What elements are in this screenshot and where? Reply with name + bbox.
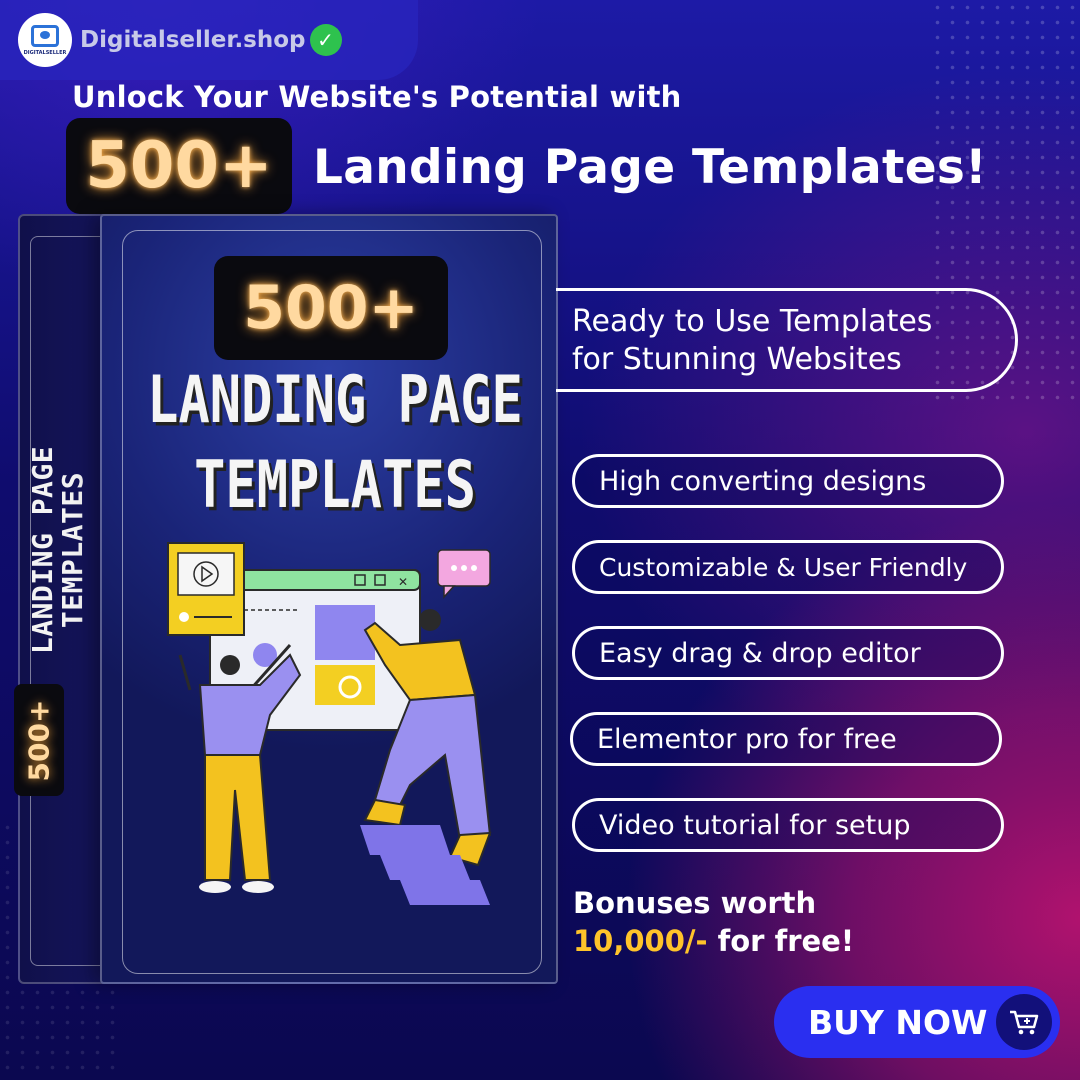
monitor-icon (31, 24, 59, 47)
product-box-side-title: LANDING PAGE TEMPLATES (26, 380, 89, 720)
feature-pill: High converting designs (572, 454, 1004, 508)
brand-logo-text: DIGITALSELLER (23, 49, 67, 56)
headline-title: Landing Page Templates! (313, 140, 987, 195)
side-title-line1: LANDING PAGE (26, 445, 59, 655)
video-card-icon (167, 542, 245, 636)
svg-text:✕: ✕ (398, 575, 408, 589)
bonus-line1: Bonuses worth (573, 886, 817, 920)
feature-pill: Video tutorial for setup (572, 798, 1004, 852)
product-box-title-line2: TEMPLATES (194, 448, 476, 523)
bonus-line2: 10,000/- for free! (573, 922, 854, 960)
check-circle-icon: ✓ (309, 24, 342, 56)
brand-name[interactable]: Digitalseller.shop (80, 27, 306, 53)
feature-pill: Easy drag & drop editor (572, 626, 1004, 680)
feature-pill: Customizable & User Friendly (572, 540, 1004, 594)
product-box-side-badge: 500+ (14, 684, 64, 796)
product-box-title-line1: LANDING PAGE (147, 363, 523, 438)
feature-hero-pill: Ready to Use Templates for Stunning Webs… (556, 288, 1018, 392)
bonus-suffix: for free! (707, 924, 855, 958)
bonus-text: Bonuses worth 10,000/- for free! (573, 884, 854, 960)
side-title-line2: TEMPLATES (56, 471, 89, 629)
feature-hero-line1: Ready to Use Templates (572, 304, 933, 339)
side-badge-text: 500+ (22, 699, 56, 781)
chat-bubble-icon (437, 549, 491, 599)
product-box-title: LANDING PAGE TEMPLATES (130, 358, 540, 528)
feature-pill: Elementor pro for free (570, 712, 1002, 766)
cart-icon[interactable] (996, 994, 1052, 1050)
headline-count-badge: 500+ (66, 118, 292, 214)
feature-hero-line2: for Stunning Websites (572, 342, 902, 377)
buy-now-button[interactable]: BUY NOW (774, 986, 1060, 1058)
headline-intro: Unlock Your Website's Potential with (72, 80, 682, 114)
brand-logo: DIGITALSELLER (18, 13, 72, 67)
buy-now-label: BUY NOW (808, 1002, 988, 1042)
web-design-illustration: ✕ (167, 542, 492, 905)
brand-bar[interactable]: DIGITALSELLER Digitalseller.shop ✓ (0, 0, 418, 80)
product-box-count-badge: 500+ (214, 256, 448, 360)
bonus-amount: 10,000/- (573, 924, 708, 958)
